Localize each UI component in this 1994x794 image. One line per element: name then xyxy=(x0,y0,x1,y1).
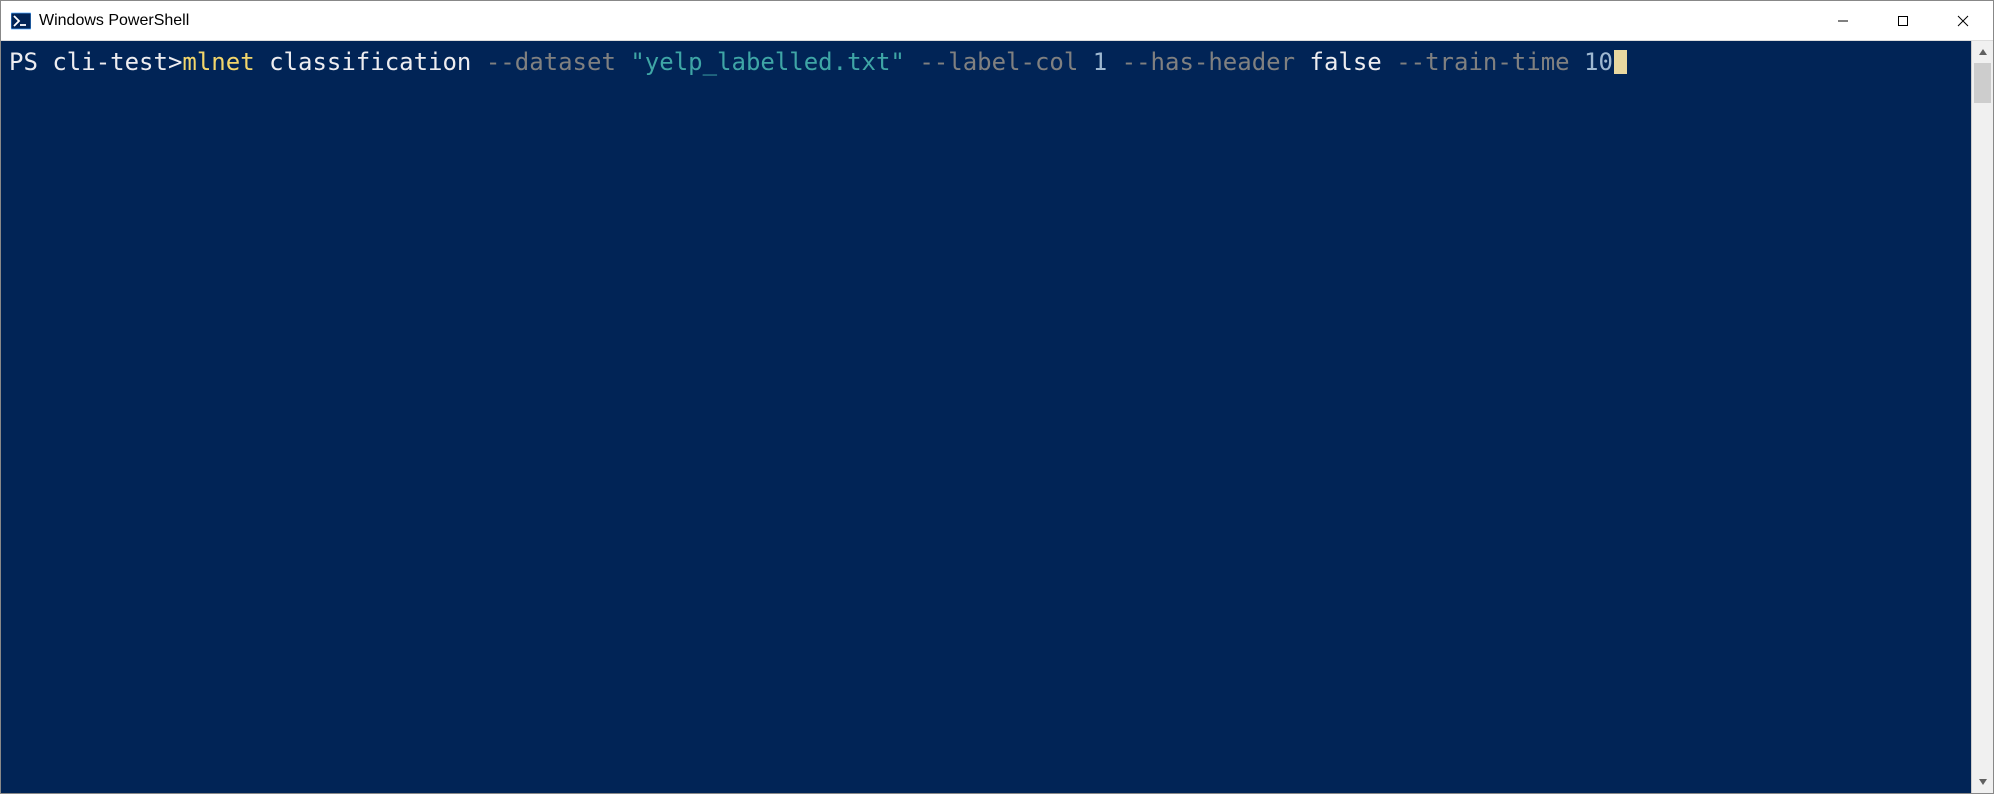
close-button[interactable] xyxy=(1933,1,1993,40)
titlebar[interactable]: Windows PowerShell xyxy=(1,1,1993,41)
scroll-down-arrow-icon[interactable] xyxy=(1972,771,1993,793)
scroll-track[interactable] xyxy=(1972,63,1993,771)
maximize-icon xyxy=(1897,15,1909,27)
powershell-icon xyxy=(11,11,31,31)
vertical-scrollbar[interactable] xyxy=(1971,41,1993,793)
terminal[interactable]: PS cli-test>mlnet classification --datas… xyxy=(1,41,1971,793)
minimize-icon xyxy=(1837,15,1849,27)
window-controls xyxy=(1813,1,1993,40)
flag-labelcol: --label-col xyxy=(919,48,1078,76)
scroll-up-arrow-icon[interactable] xyxy=(1972,41,1993,63)
flag-hasheader: --has-header xyxy=(1122,48,1295,76)
maximize-button[interactable] xyxy=(1873,1,1933,40)
powershell-window: Windows PowerShell PS cli-test>mlnet cla… xyxy=(0,0,1994,794)
close-icon xyxy=(1957,15,1969,27)
command-name: mlnet xyxy=(182,48,254,76)
flag-dataset: --dataset xyxy=(486,48,616,76)
cursor xyxy=(1614,50,1627,74)
value-labelcol: 1 xyxy=(1093,48,1107,76)
value-hasheader: false xyxy=(1310,48,1382,76)
value-traintime: 10 xyxy=(1584,48,1613,76)
flag-traintime: --train-time xyxy=(1396,48,1569,76)
terminal-container: PS cli-test>mlnet classification --datas… xyxy=(1,41,1993,793)
minimize-button[interactable] xyxy=(1813,1,1873,40)
window-title: Windows PowerShell xyxy=(39,12,1813,30)
prompt: PS cli-test> xyxy=(9,48,182,76)
value-dataset: "yelp_labelled.txt" xyxy=(630,48,905,76)
scroll-thumb[interactable] xyxy=(1974,63,1991,103)
subcommand: classification xyxy=(269,48,471,76)
